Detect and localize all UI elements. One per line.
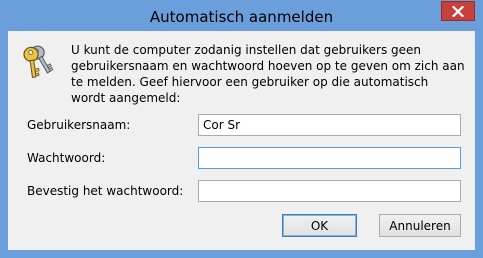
intro-text: U kunt de computer zodanig instellen dat… [71,43,465,105]
dialog-body: U kunt de computer zodanig instellen dat… [8,31,475,250]
confirm-password-field[interactable] [198,180,461,202]
confirm-password-label: Bevestig het wachtwoord: [27,184,184,198]
cancel-button[interactable]: Annuleren [379,214,461,237]
username-field[interactable] [198,114,461,136]
close-icon [452,5,464,17]
keys-icon [23,45,54,78]
password-label: Wachtwoord: [27,151,106,165]
ok-button[interactable]: OK [282,214,357,237]
password-field[interactable] [198,147,461,169]
username-label: Gebruikersnaam: [27,118,131,132]
dialog-window: Automatisch aanmelden U kunt de computer… [0,0,483,258]
dialog-title: Automatisch aanmelden [149,8,334,26]
close-button[interactable] [441,1,475,21]
title-bar[interactable]: Automatisch aanmelden [0,0,483,32]
